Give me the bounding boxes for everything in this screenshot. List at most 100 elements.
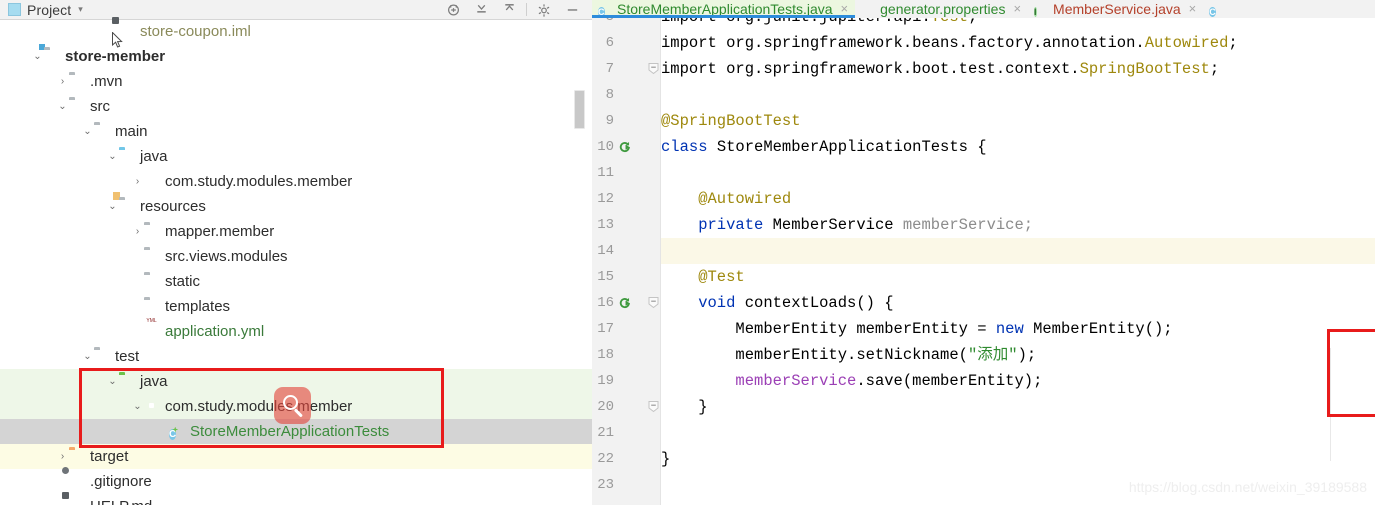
code-line[interactable]: @SpringBootTest	[661, 108, 801, 134]
run-test-icon[interactable]	[618, 296, 632, 310]
line-number: 10	[597, 139, 614, 155]
project-tool-window: Project ▾ store-coupon.iml ⌄ store-membe…	[0, 0, 592, 505]
java-class-icon: C	[598, 7, 605, 17]
code-line[interactable]: }	[661, 446, 670, 472]
code-line[interactable]: @Autowired	[661, 186, 791, 212]
editor-tab-label: generator.properties	[880, 1, 1006, 17]
project-panel-title: Project	[27, 1, 72, 18]
editor-tab-bar[interactable]: C StoreMemberApplicationTests.java × genera…	[592, 0, 1375, 18]
project-tree[interactable]: store-coupon.iml ⌄ store-member › .mvn ⌄ src ⌄ m…	[0, 19, 592, 505]
tree-row-help-md[interactable]: HELP.md	[0, 494, 592, 505]
locate-icon[interactable]	[439, 0, 467, 19]
tree-row-label: templates	[165, 298, 231, 315]
code-line[interactable]: import org.springframework.boot.test.con…	[661, 56, 1219, 82]
project-tree-scrollbar[interactable]	[574, 90, 585, 129]
markdown-file-icon	[69, 499, 85, 505]
tree-row-store-coupon-iml[interactable]: store-coupon.iml	[0, 19, 592, 44]
close-icon[interactable]: ×	[841, 0, 849, 18]
chevron-right-icon[interactable]: ›	[56, 450, 69, 463]
close-icon[interactable]: ×	[1189, 0, 1197, 18]
code-token: memberService;	[902, 216, 1034, 234]
indent-guide	[1330, 348, 1331, 461]
code-line[interactable]: memberService.save(memberEntity);	[661, 368, 1042, 394]
chevron-down-icon[interactable]: ⌄	[106, 150, 119, 163]
tree-row-test[interactable]: ⌄ test	[0, 344, 592, 369]
folder-icon	[94, 124, 110, 140]
watermark-text: https://blog.csdn.net/weixin_39189588	[1128, 479, 1367, 495]
tree-row-src-views-modules[interactable]: src.views.modules	[0, 244, 592, 269]
chevron-down-icon[interactable]: ▾	[78, 5, 83, 14]
run-test-icon[interactable]	[618, 140, 632, 154]
chevron-down-icon[interactable]: ⌄	[31, 50, 44, 63]
code-line[interactable]: class StoreMemberApplicationTests {	[661, 134, 987, 160]
java-class-icon: C	[1209, 7, 1216, 17]
chevron-down-icon[interactable]: ⌄	[131, 400, 144, 413]
tree-row-label: java	[140, 148, 168, 165]
chevron-down-icon[interactable]: ⌄	[106, 375, 119, 388]
line-number: 19	[597, 373, 614, 389]
code-token: );	[1017, 346, 1037, 364]
chevron-down-icon[interactable]: ⌄	[106, 200, 119, 213]
chevron-right-icon[interactable]: ›	[131, 175, 144, 188]
code-token: }	[661, 398, 708, 416]
code-folding-strip[interactable]	[647, 18, 660, 505]
tree-row-templates[interactable]: templates	[0, 294, 592, 319]
code-token: @SpringBootTest	[661, 112, 801, 130]
fold-marker-icon[interactable]	[647, 62, 660, 75]
code-line[interactable]: void contextLoads() {	[661, 290, 893, 316]
code-line[interactable]: @Test	[661, 264, 745, 290]
fold-marker-icon[interactable]	[647, 400, 660, 413]
tree-row-resources[interactable]: ⌄ resources	[0, 194, 592, 219]
tree-arrow-spacer	[131, 250, 144, 263]
excluded-folder-icon	[69, 449, 85, 465]
code-token: SpringBootTest	[1079, 60, 1210, 78]
code-token: import org.springframework.boot.test.con…	[661, 60, 1080, 78]
code-token: void	[661, 294, 745, 312]
tree-row--gitignore[interactable]: .gitignore	[0, 469, 592, 494]
chevron-down-icon[interactable]: ⌄	[56, 100, 69, 113]
close-icon[interactable]: ×	[1013, 0, 1021, 18]
code-line[interactable]: MemberEntity memberEntity = new MemberEn…	[661, 316, 1172, 342]
code-line[interactable]: }	[661, 394, 708, 420]
code-line[interactable]: import org.junit.jupiter.api.Test;	[661, 18, 977, 30]
code-token: ;	[968, 18, 977, 26]
code-line[interactable]: memberEntity.setNickname("添加");	[661, 342, 1036, 368]
code-line[interactable]: import org.springframework.beans.factory…	[661, 30, 1238, 56]
fold-marker-icon[interactable]	[647, 296, 660, 309]
tree-row-label: main	[115, 123, 148, 140]
tree-arrow-spacer	[56, 500, 69, 505]
code-token: class	[661, 138, 717, 156]
tree-arrow-spacer	[131, 275, 144, 288]
tree-row-store-member[interactable]: ⌄ store-member	[0, 44, 592, 69]
code-token: Autowired	[1144, 34, 1229, 52]
code-line[interactable]: private MemberService memberService;	[661, 212, 1033, 238]
tree-row-java[interactable]: ⌄ java	[0, 144, 592, 169]
tree-row-label: com.study.modules.member	[165, 398, 353, 415]
expand-all-icon[interactable]	[495, 0, 523, 19]
gear-icon[interactable]	[530, 0, 558, 19]
chevron-down-icon[interactable]: ⌄	[81, 125, 94, 138]
tree-row-target[interactable]: › target	[0, 444, 592, 469]
editor-tab-storememberapplicationtests-java[interactable]: C StoreMemberApplicationTests.java ×	[592, 0, 856, 18]
code-token: MemberEntity memberEntity =	[661, 320, 996, 338]
hide-window-icon[interactable]	[558, 0, 586, 19]
tree-row-src[interactable]: ⌄ src	[0, 94, 592, 119]
folder-icon	[144, 224, 160, 240]
tree-row-mapper-member[interactable]: › mapper.member	[0, 219, 592, 244]
collapse-all-icon[interactable]	[467, 0, 495, 19]
chevron-down-icon[interactable]: ⌄	[81, 350, 94, 363]
tree-row-main[interactable]: ⌄ main	[0, 119, 592, 144]
code-editor[interactable]: 5 6 7 8 9 10 11 12 13 14 15 16 17 18 19 20 21 22 23 import…	[592, 18, 1375, 505]
chevron-right-icon[interactable]: ›	[56, 75, 69, 88]
tree-row-static[interactable]: static	[0, 269, 592, 294]
tree-arrow-spacer	[156, 425, 169, 438]
code-token: @Test	[661, 268, 745, 286]
tree-row-application-yml[interactable]: application.yml	[0, 319, 592, 344]
editor-tab-overflow[interactable]: C	[1203, 0, 1235, 18]
editor-tab-memberservice-java[interactable]: I MemberService.java ×	[1028, 0, 1203, 18]
tree-row-label: com.study.modules.member	[165, 173, 353, 190]
chevron-right-icon[interactable]: ›	[131, 225, 144, 238]
tree-row--mvn[interactable]: › .mvn	[0, 69, 592, 94]
editor-tab-generator-properties[interactable]: generator.properties ×	[855, 0, 1028, 18]
tree-row-com-study-modules-member[interactable]: › com.study.modules.member	[0, 169, 592, 194]
